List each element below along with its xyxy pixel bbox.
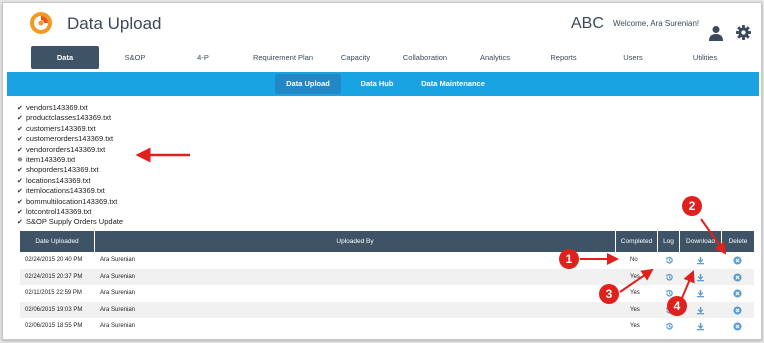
callout-badge-4: 4 — [667, 296, 687, 316]
file-list-item: ✔ vendororders143369.txt — [17, 145, 123, 155]
nav-users[interactable]: Users — [608, 46, 658, 69]
app-header: Data Upload ABC Welcome, Ara Surenian! — [3, 3, 761, 43]
log-history-icon[interactable] — [665, 256, 674, 265]
cell-completed: Yes — [630, 323, 640, 329]
cell-completed: Yes — [630, 273, 640, 280]
col-log: Log — [658, 231, 680, 252]
download-icon[interactable] — [696, 273, 705, 282]
uploaded-file-list: ✔ vendors143369.txt ✔ productclasses143369.… — [17, 103, 123, 228]
gear-icon[interactable] — [736, 25, 751, 40]
nav-capacity[interactable]: Capacity — [328, 46, 383, 69]
file-list-item: ✔ vendors143369.txt — [17, 103, 123, 113]
col-delete: Delete — [728, 238, 748, 245]
file-list-item: ✔ S&OP Supply Orders Update — [17, 217, 123, 227]
table-row: 02/06/2015 19:03 PM Ara Surenian Yes — [20, 301, 754, 318]
file-name: item143369.txt — [26, 154, 76, 164]
app-window: Data Upload ABC Welcome, Ara Surenian! D… — [2, 2, 762, 340]
file-name: S&OP Supply Orders Update — [26, 217, 123, 227]
file-list-item: ✔ itemlocations143369.txt — [17, 186, 123, 196]
nav-requirement-plan[interactable]: Requirement Plan — [238, 46, 328, 69]
file-name: vendors143369.txt — [26, 103, 88, 112]
col-download: Download — [680, 231, 722, 252]
cell-date-uploaded: 02/24/2015 20:40 PM — [25, 257, 83, 263]
file-name: customerorders143369.txt — [26, 134, 114, 144]
cell-date-uploaded: 02/06/2015 18:55 PM — [25, 323, 83, 329]
file-list-item: ✔ bommultilocation143369.txt — [17, 197, 123, 207]
cell-date-uploaded: 02/11/2015 22:59 PM — [25, 290, 82, 296]
download-icon[interactable] — [696, 306, 705, 315]
cell-completed: No — [630, 257, 638, 263]
table-row: 02/24/2015 20:37 PM Ara Surenian Yes — [20, 268, 754, 285]
nav-reports[interactable]: Reports — [536, 46, 591, 69]
cell-uploaded-by: Ara Surenian — [100, 257, 136, 263]
cell-uploaded-by: Ara Surenian — [100, 323, 136, 329]
delete-icon[interactable] — [733, 322, 742, 331]
col-date-uploaded: Date Uploaded — [20, 231, 95, 252]
delete-icon[interactable] — [733, 272, 742, 282]
download-icon[interactable] — [696, 322, 705, 331]
page-title: Data Upload — [67, 14, 162, 33]
file-list-item: ✔ shoporders143369.txt — [17, 165, 123, 175]
download-icon[interactable] — [696, 289, 705, 298]
col-uploaded-by: Uploaded By — [95, 231, 616, 252]
file-list-item: ✔ productclasses143369.txt — [17, 113, 123, 123]
table-row: 02/11/2015 22:59 PM Ara Surenian Yes — [20, 285, 754, 302]
file-list-item: ✵ item143369.txt — [17, 155, 123, 165]
tab-data-hub[interactable]: Data Hub — [349, 74, 405, 94]
file-name: locations143369.txt — [26, 175, 91, 185]
delete-icon[interactable] — [733, 289, 742, 298]
cell-uploaded-by: Ara Surenian — [100, 290, 136, 296]
log-history-icon[interactable] — [665, 322, 674, 331]
nav-4p[interactable]: 4-P — [178, 46, 228, 69]
file-name: vendororders143369.txt — [26, 144, 106, 154]
check-circle-icon: ✔ — [17, 188, 23, 196]
main-nav: Data S&OP 4-P Requirement Plan Capacity … — [3, 46, 761, 69]
cell-completed: Yes — [630, 306, 640, 313]
file-name: itemlocations143369.txt — [26, 186, 105, 196]
col-completed: Completed — [616, 231, 658, 252]
file-name: productclasses143369.txt — [26, 113, 112, 123]
cell-uploaded-by: Ara Surenian — [100, 306, 136, 313]
logo-icon — [30, 12, 52, 34]
delete-icon[interactable] — [733, 305, 742, 315]
cell-date-uploaded: 02/24/2015 20:37 PM — [25, 273, 83, 280]
log-history-icon[interactable] — [665, 273, 674, 282]
upload-history-table: Date Uploaded Uploaded By Completed Log … — [20, 231, 754, 335]
delete-icon[interactable] — [733, 256, 742, 265]
table-header: Date Uploaded Uploaded By Completed Log … — [20, 231, 754, 252]
cell-date-uploaded: 02/06/2015 19:03 PM — [25, 306, 83, 313]
nav-data[interactable]: Data — [31, 46, 99, 69]
nav-analytics[interactable]: Analytics — [466, 46, 524, 69]
sub-nav: Data Upload Data Hub Data Maintenance — [7, 72, 759, 96]
check-circle-icon: ✔ — [17, 219, 23, 227]
user-icon[interactable] — [709, 25, 723, 41]
callout-badge-1: 1 — [559, 249, 579, 269]
table-row: 02/06/2015 18:55 PM Ara Surenian Yes — [20, 318, 754, 335]
welcome-message: Welcome, Ara Surenian! — [613, 19, 700, 28]
tab-data-upload[interactable]: Data Upload — [275, 74, 341, 94]
table-row: 02/24/2015 20:40 PM Ara Surenian No — [20, 252, 754, 269]
nav-sop[interactable]: S&OP — [105, 46, 165, 69]
file-list-item: ✔ customerorders143369.txt — [17, 134, 123, 144]
file-name: shoporders143369.txt — [26, 165, 99, 175]
file-name: bommultilocation143369.txt — [26, 196, 118, 206]
file-list-item: ✔ customers143369.txt — [17, 124, 123, 134]
file-list-item: ✔ lotcontrol143369.txt — [17, 207, 123, 217]
table-body: 02/24/2015 20:40 PM Ara Surenian No 02/24/2… — [20, 252, 754, 335]
download-icon[interactable] — [696, 256, 705, 265]
nav-collaboration[interactable]: Collaboration — [391, 46, 459, 69]
file-name: lotcontrol143369.txt — [26, 206, 92, 216]
callout-badge-3: 3 — [599, 284, 619, 304]
callout-badge-2: 2 — [682, 196, 702, 216]
file-list-item: ✔ locations143369.txt — [17, 176, 123, 186]
file-name: customers143369.txt — [26, 123, 96, 133]
tab-data-maintenance[interactable]: Data Maintenance — [412, 74, 494, 94]
company-name: ABC — [571, 15, 604, 32]
cell-uploaded-by: Ara Surenian — [100, 273, 136, 280]
cell-completed: Yes — [630, 290, 640, 296]
nav-utilities[interactable]: Utilities — [675, 46, 735, 69]
